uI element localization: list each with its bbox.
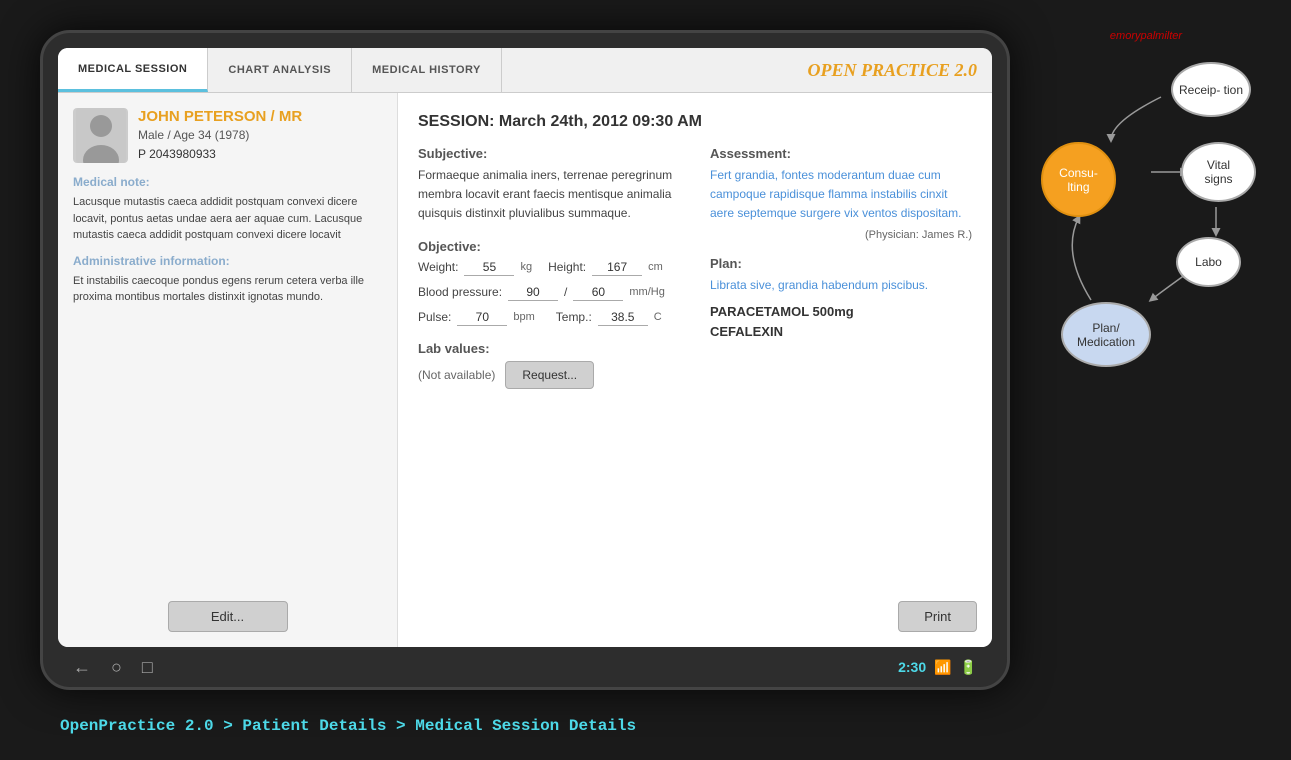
subjective-label: Subjective: <box>418 146 680 161</box>
wifi-icon: 📶 <box>934 659 951 676</box>
app-header: MEDICAL SESSION CHART ANALYSIS MEDICAL H… <box>58 48 992 93</box>
weight-row: Weight: kg Height: cm <box>418 259 680 276</box>
subjective-text: Formaeque animalia iners, terrenae pereg… <box>418 166 680 224</box>
recent-icon[interactable]: □ <box>142 657 153 678</box>
height-input[interactable] <box>592 259 642 276</box>
left-column: Subjective: Formaeque animalia iners, te… <box>418 146 680 389</box>
left-panel: JOHN PETERSON / MR Male / Age 34 (1978) … <box>58 93 398 647</box>
workflow-title: emorypalmilter <box>1031 30 1261 42</box>
tab-medical-history[interactable]: MEDICAL HISTORY <box>352 48 502 92</box>
admin-info-text: Et instabilis caecoque pondus egens reru… <box>73 273 382 306</box>
weight-label: Weight: <box>418 260 458 274</box>
lab-section: Lab values: (Not available) Request... <box>418 341 680 389</box>
temp-input[interactable] <box>598 309 648 326</box>
bp-systolic-input[interactable] <box>508 284 558 301</box>
lab-row: (Not available) Request... <box>418 361 680 389</box>
node-labo[interactable]: Labo <box>1176 237 1241 287</box>
tab-bar: MEDICAL SESSION CHART ANALYSIS MEDICAL H… <box>58 48 502 92</box>
lab-label: Lab values: <box>418 341 680 356</box>
node-reception[interactable]: Receip- tion <box>1171 62 1251 117</box>
medication1: PARACETAMOL 500mg <box>710 304 972 319</box>
node-vitalsigns[interactable]: Vitalsigns <box>1181 142 1256 202</box>
assessment-text: Fert grandia, fontes moderantum duae cum… <box>710 166 972 224</box>
lab-not-available: (Not available) <box>418 368 495 382</box>
session-title: SESSION: March 24th, 2012 09:30 AM <box>418 113 972 131</box>
bp-unit: mm/Hg <box>629 286 664 298</box>
tablet-statusbar: ← ○ □ 2:30 📶 🔋 <box>43 647 1007 687</box>
battery-icon: 🔋 <box>960 659 977 676</box>
home-icon[interactable]: ○ <box>111 657 122 678</box>
objective-section: Objective: Weight: kg Height: cm Blood <box>418 239 680 326</box>
bp-row: Blood pressure: / mm/Hg <box>418 284 680 301</box>
pulse-temp-row: Pulse: bpm Temp.: C <box>418 309 680 326</box>
node-consulting[interactable]: Consu-lting <box>1041 142 1116 217</box>
medical-note-text: Lacusque mutastis caeca addidit postquam… <box>73 194 382 244</box>
right-column: Assessment: Fert grandia, fontes moderan… <box>710 146 972 389</box>
status-bar-right: 2:30 📶 🔋 <box>898 659 977 676</box>
height-label: Height: <box>548 260 586 274</box>
plan-label: Plan: <box>710 256 972 271</box>
weight-input[interactable] <box>464 259 514 276</box>
content-grid: Subjective: Formaeque animalia iners, te… <box>418 146 972 389</box>
print-button[interactable]: Print <box>898 601 977 632</box>
pulse-label: Pulse: <box>418 310 451 324</box>
nav-icons: ← ○ □ <box>73 657 153 678</box>
bp-label: Blood pressure: <box>418 285 502 299</box>
assessment-label: Assessment: <box>710 146 972 161</box>
patient-phone: P 2043980933 <box>138 147 302 161</box>
edit-button[interactable]: Edit... <box>168 601 288 632</box>
main-content: JOHN PETERSON / MR Male / Age 34 (1978) … <box>58 93 992 647</box>
tablet-frame: MEDICAL SESSION CHART ANALYSIS MEDICAL H… <box>40 30 1010 690</box>
medication2: CEFALEXIN <box>710 324 972 339</box>
app-logo: OPEN PRACTICE 2.0 <box>807 60 977 81</box>
admin-info-label: Administrative information: <box>73 254 382 268</box>
right-panel: SESSION: March 24th, 2012 09:30 AM Subje… <box>398 93 992 647</box>
medical-note-label: Medical note: <box>73 175 382 189</box>
patient-info: JOHN PETERSON / MR Male / Age 34 (1978) … <box>73 108 382 163</box>
avatar <box>73 108 128 163</box>
pulse-unit: bpm <box>513 311 534 323</box>
workflow-diagram: Receip- tion Consu-lting Vitalsigns Labo… <box>1031 52 1261 412</box>
plan-text: Librata sive, grandia habendum piscibus. <box>710 276 972 294</box>
request-button[interactable]: Request... <box>505 361 594 389</box>
bp-diastolic-input[interactable] <box>573 284 623 301</box>
temp-unit: C <box>654 311 662 323</box>
patient-name: JOHN PETERSON / MR <box>138 108 302 125</box>
status-time: 2:30 <box>898 659 926 675</box>
breadcrumb: OpenPractice 2.0 > Patient Details > Med… <box>60 717 636 735</box>
physician-text: (Physician: James R.) <box>710 229 972 241</box>
tab-chart-analysis[interactable]: CHART ANALYSIS <box>208 48 352 92</box>
weight-unit: kg <box>520 261 532 273</box>
height-unit: cm <box>648 261 663 273</box>
objective-label: Objective: <box>418 239 680 254</box>
temp-label: Temp.: <box>556 310 592 324</box>
patient-text-info: JOHN PETERSON / MR Male / Age 34 (1978) … <box>138 108 302 161</box>
back-icon[interactable]: ← <box>73 657 91 678</box>
tab-medical-session[interactable]: MEDICAL SESSION <box>58 48 208 92</box>
pulse-input[interactable] <box>457 309 507 326</box>
tablet-screen: MEDICAL SESSION CHART ANALYSIS MEDICAL H… <box>58 48 992 647</box>
node-plan[interactable]: Plan/Medication <box>1061 302 1151 367</box>
workflow-panel: emorypalmilter Receip- tion C <box>1031 30 1261 430</box>
patient-demographics: Male / Age 34 (1978) <box>138 128 302 142</box>
